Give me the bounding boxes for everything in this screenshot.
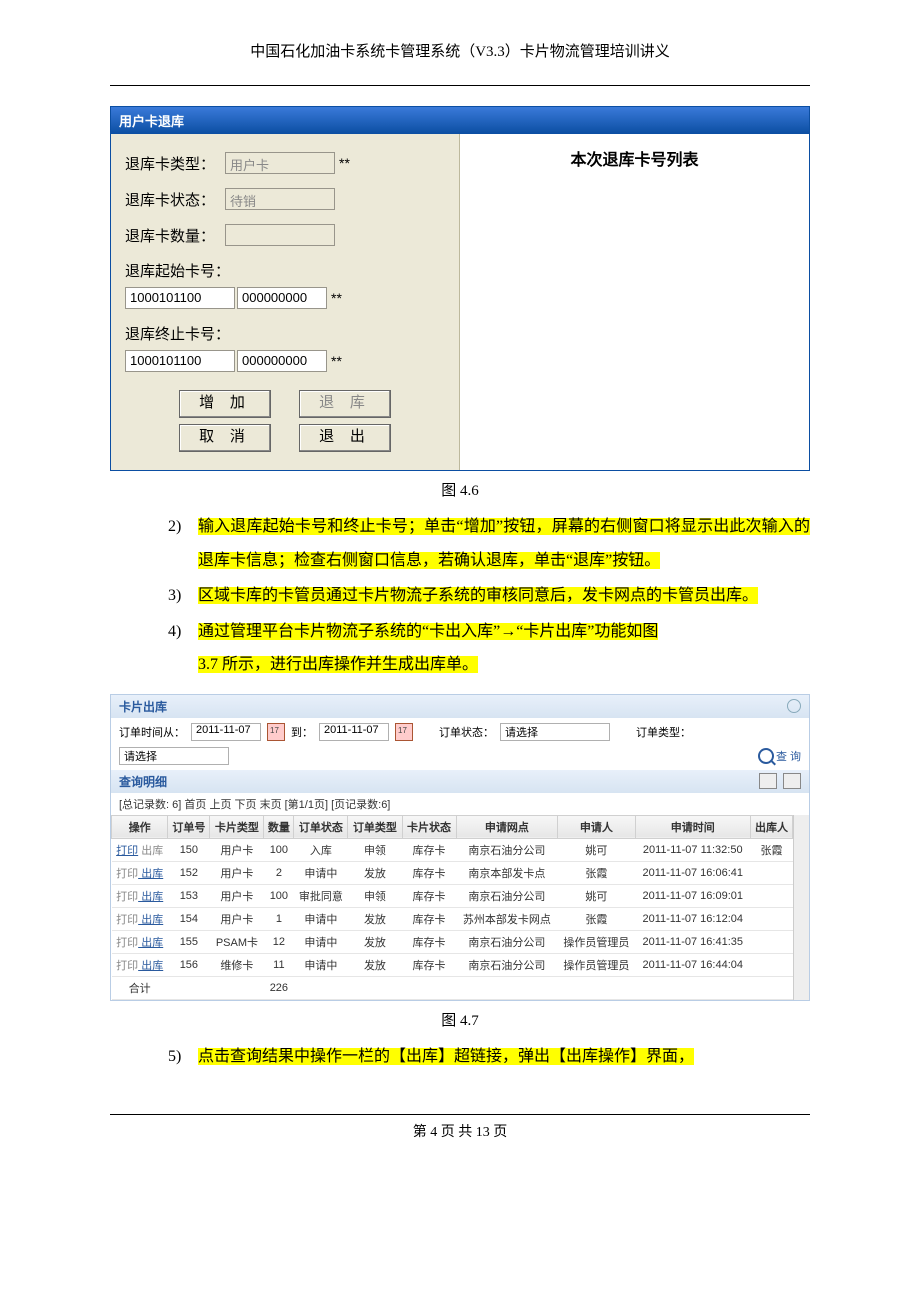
caption-4-7: 图 4.7	[110, 1009, 810, 1030]
step-5-number: 5)	[168, 1040, 198, 1074]
step-4-text-b: 3.7 所示，进行出库操作并生成出库单。	[198, 656, 478, 673]
out-link[interactable]: 出库	[138, 937, 163, 949]
print-link[interactable]: 打印	[116, 845, 138, 857]
step-3-text: 区域卡库的卡管员通过卡片物流子系统的审核同意后，发卡网点的卡管员出库。	[198, 587, 758, 604]
card-qty-input[interactable]	[225, 224, 335, 246]
column-header: 卡片状态	[402, 815, 456, 838]
card-status-select[interactable]: 待销	[225, 188, 335, 210]
step-4-number: 4)	[168, 615, 198, 682]
required-mark: **	[331, 353, 342, 369]
excel-icon[interactable]	[783, 773, 801, 789]
print-link[interactable]: 打印	[116, 937, 138, 949]
step-4-text-a: 通过管理平台卡片物流子系统的“卡出入库”→“卡片出库”功能如图	[198, 623, 658, 640]
table-row: 打印 出库156维修卡11申请中发放库存卡南京石油分公司操作员管理员2011-1…	[112, 953, 793, 976]
required-mark: **	[339, 155, 350, 171]
column-header: 订单状态	[294, 815, 348, 838]
label-order-status: 订单状态：	[439, 724, 494, 740]
total-row: 合计226	[112, 976, 793, 999]
column-header: 卡片类型	[210, 815, 264, 838]
table-row: 打印 出库153用户卡100审批同意申领库存卡南京石油分公司姚可2011-11-…	[112, 884, 793, 907]
order-status-select[interactable]: 请选择	[500, 723, 610, 741]
end-num-input[interactable]: 000000000	[237, 350, 327, 372]
refresh-icon[interactable]	[787, 699, 801, 713]
start-num-input[interactable]: 000000000	[237, 287, 327, 309]
print-link[interactable]: 打印	[116, 914, 138, 926]
calendar-icon[interactable]	[267, 723, 285, 741]
column-header: 出库人	[750, 815, 792, 838]
table-row: 打印 出库155PSAM卡12申请中发放库存卡南京石油分公司操作员管理员2011…	[112, 930, 793, 953]
add-button[interactable]: 增 加	[179, 390, 271, 418]
label-card-type: 退库卡类型：	[125, 153, 225, 174]
return-button[interactable]: 退 库	[299, 390, 391, 418]
figure-4-6-dialog: 用户卡退库 退库卡类型： 用户卡 ** 退库卡状态： 待销 退库卡数量： 退库起…	[110, 106, 810, 471]
column-header: 订单号	[168, 815, 210, 838]
column-header: 申请时间	[635, 815, 750, 838]
dialog-title: 用户卡退库	[111, 107, 809, 134]
step-2-number: 2)	[168, 510, 198, 577]
table-row: 打印 出库150用户卡100入库申领库存卡南京石油分公司姚可2011-11-07…	[112, 838, 793, 861]
label-time-from: 订单时间从：	[119, 724, 185, 740]
step-3-number: 3)	[168, 579, 198, 613]
calendar-icon[interactable]	[395, 723, 413, 741]
label-card-status: 退库卡状态：	[125, 189, 225, 210]
header-divider	[110, 85, 810, 86]
column-header: 申请人	[558, 815, 635, 838]
print-link[interactable]: 打印	[116, 891, 138, 903]
page-footer: 第 4 页 共 13 页	[413, 1125, 508, 1140]
step-5-text: 点击查询结果中操作一栏的【出库】超链接，弹出【出库操作】界面，	[198, 1048, 694, 1065]
column-header: 操作	[112, 815, 168, 838]
label-start-no: 退库起始卡号：	[125, 260, 230, 281]
card-type-select[interactable]: 用户卡	[225, 152, 335, 174]
search-button[interactable]: 查 询	[758, 748, 801, 764]
out-link[interactable]: 出库	[138, 960, 163, 972]
date-to-input[interactable]: 2011-11-07	[319, 723, 389, 741]
table-row: 打印 出库154用户卡1申请中发放库存卡苏州本部发卡网点张霞2011-11-07…	[112, 907, 793, 930]
date-from-input[interactable]: 2011-11-07	[191, 723, 261, 741]
panel-title: 卡片出库	[119, 698, 167, 715]
cancel-button[interactable]: 取 消	[179, 424, 271, 452]
vertical-scrollbar[interactable]	[793, 815, 809, 1000]
doc-header: 中国石化加油卡系统卡管理系统（V3.3）卡片物流管理培训讲义	[110, 40, 810, 61]
step-2-text: 输入退库起始卡号和终止卡号；单击“增加”按钮，屏幕的右侧窗口将显示出此次输入的退…	[198, 518, 810, 569]
order-type-select[interactable]: 请选择	[119, 747, 229, 765]
column-header: 数量	[264, 815, 294, 838]
caption-4-6: 图 4.6	[110, 479, 810, 500]
return-card-list-panel: 本次退库卡号列表	[459, 134, 809, 470]
footer-divider	[110, 1114, 810, 1115]
label-order-type: 订单类型：	[636, 724, 691, 740]
out-link[interactable]: 出库	[138, 868, 163, 880]
export-icon[interactable]	[759, 773, 777, 789]
subpanel-title: 查询明细	[119, 773, 167, 790]
exit-button[interactable]: 退 出	[299, 424, 391, 452]
table-row: 打印 出库152用户卡2申请中发放库存卡南京本部发卡点张霞2011-11-07 …	[112, 861, 793, 884]
pager: [总记录数: 6] 首页 上页 下页 末页 [第1/1页] [页记录数:6]	[111, 793, 809, 815]
out-link[interactable]: 出库	[138, 845, 163, 857]
figure-4-7-panel: 卡片出库 订单时间从： 2011-11-07 到： 2011-11-07 订单状…	[110, 694, 810, 1001]
label-time-to: 到：	[291, 724, 313, 740]
end-prefix-input[interactable]: 1000101100	[125, 350, 235, 372]
column-header: 订单类型	[348, 815, 402, 838]
result-table: 操作订单号卡片类型数量订单状态订单类型卡片状态申请网点申请人申请时间出库人 打印…	[111, 815, 793, 1000]
label-end-no: 退库终止卡号：	[125, 323, 230, 344]
out-link[interactable]: 出库	[138, 891, 163, 903]
start-prefix-input[interactable]: 1000101100	[125, 287, 235, 309]
print-link[interactable]: 打印	[116, 868, 138, 880]
search-icon	[758, 748, 774, 764]
label-card-qty: 退库卡数量：	[125, 225, 225, 246]
print-link[interactable]: 打印	[116, 960, 138, 972]
required-mark: **	[331, 290, 342, 306]
column-header: 申请网点	[456, 815, 558, 838]
out-link[interactable]: 出库	[138, 914, 163, 926]
